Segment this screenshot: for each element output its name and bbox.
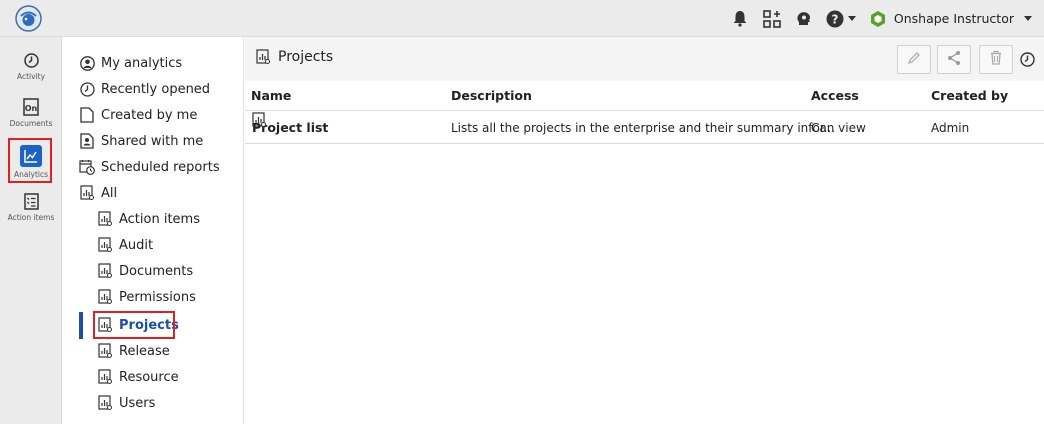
delete-button[interactable]: [979, 45, 1013, 74]
help-icon[interactable]: ?: [826, 9, 856, 29]
onshape-logo-icon[interactable]: [15, 5, 42, 32]
nav-item-shared-with-me[interactable]: Shared with me: [79, 130, 203, 152]
rail-item-label: Activity: [16, 72, 46, 81]
apps-grid-icon[interactable]: [762, 9, 782, 29]
analytics-highlight-box: [8, 138, 52, 183]
documents-icon: On: [22, 98, 40, 116]
shared-user-icon: [79, 133, 95, 149]
table-row[interactable]: Project list Lists all the projects in t…: [245, 112, 1044, 144]
nav-item-users[interactable]: Users: [97, 392, 155, 414]
learning-head-icon[interactable]: [794, 9, 814, 29]
left-rail: Activity On Documents Analytics Action i…: [0, 37, 62, 424]
share-icon: [946, 50, 962, 70]
share-button[interactable]: [937, 45, 971, 74]
column-header-created-by[interactable]: Created by: [931, 81, 1008, 111]
nav-item-scheduled-reports[interactable]: Scheduled reports: [79, 156, 220, 178]
report-icon: [97, 237, 113, 253]
nav-item-label: My analytics: [101, 55, 183, 71]
clock-icon: [79, 81, 95, 97]
nav-item-label: All: [101, 185, 118, 201]
report-icon: [256, 49, 272, 65]
main-content: Projects Name Description Access Created…: [245, 37, 1044, 424]
nav-item-label: Audit: [119, 237, 154, 253]
report-icon: [97, 395, 113, 411]
projects-highlight-box: [93, 311, 175, 339]
nav-item-action-items[interactable]: Action items: [97, 208, 200, 230]
report-icon: [97, 289, 113, 305]
active-indicator-bar: [79, 312, 83, 339]
nav-item-label: Created by me: [101, 107, 198, 123]
report-icon: [97, 263, 113, 279]
nav-item-label: Permissions: [119, 289, 196, 305]
table-header: Name Description Access Created by: [245, 81, 1044, 111]
report-icon: [97, 369, 113, 385]
nav-item-label: Documents: [119, 263, 194, 279]
nav-item-release[interactable]: Release: [97, 340, 170, 362]
nav-item-documents[interactable]: Documents: [97, 260, 193, 282]
main-header: Projects: [245, 37, 1044, 81]
row-created-by: Admin: [931, 121, 970, 135]
column-header-access[interactable]: Access: [811, 81, 859, 111]
column-header-name[interactable]: Name: [251, 81, 291, 111]
rail-item-activity[interactable]: Activity: [0, 51, 62, 81]
user-menu-chevron-icon[interactable]: [1024, 16, 1032, 21]
user-circle-icon: [79, 55, 95, 71]
analytics-nav-panel: My analytics Recently opened Created by …: [62, 37, 244, 424]
row-access: Can view: [811, 121, 866, 135]
report-icon: [97, 211, 113, 227]
calendar-clock-icon: [79, 159, 95, 175]
page-icon: [79, 107, 95, 123]
svg-text:On: On: [25, 104, 38, 113]
nav-item-label: Release: [119, 343, 170, 359]
checklist-icon: [22, 192, 40, 210]
nav-item-resource[interactable]: Resource: [97, 366, 179, 388]
clock-icon: [22, 51, 40, 69]
nav-item-permissions[interactable]: Permissions: [97, 286, 196, 308]
report-icon: [97, 343, 113, 359]
history-clock-icon[interactable]: [1018, 50, 1036, 68]
column-header-description[interactable]: Description: [451, 81, 532, 111]
row-description: Lists all the projects in the enterprise…: [451, 121, 836, 135]
nav-item-label: Scheduled reports: [101, 159, 220, 175]
rail-item-action-items[interactable]: Action items: [0, 192, 62, 222]
nav-item-label: Resource: [119, 369, 179, 385]
pencil-icon: [907, 50, 921, 69]
nav-item-label: Recently opened: [101, 81, 211, 97]
svg-text:?: ?: [831, 12, 838, 26]
nav-item-all[interactable]: All: [79, 182, 117, 204]
nav-item-recently-opened[interactable]: Recently opened: [79, 78, 210, 100]
nav-item-label: Action items: [119, 211, 200, 227]
bell-icon[interactable]: [730, 9, 750, 29]
chevron-down-icon: [847, 16, 856, 21]
report-icon: [252, 112, 268, 128]
nav-item-created-by-me[interactable]: Created by me: [79, 104, 197, 126]
row-name-cell[interactable]: Project list: [252, 112, 328, 144]
page-title-text: Projects: [278, 49, 334, 65]
rail-item-label: Documents: [9, 119, 53, 128]
report-icon: [79, 185, 95, 201]
nav-item-label: Users: [119, 395, 156, 411]
page-title: Projects: [256, 49, 333, 65]
rail-item-label: Action items: [7, 213, 55, 222]
edit-button[interactable]: [897, 45, 931, 74]
user-avatar-icon[interactable]: [868, 9, 888, 29]
top-bar: ? Onshape Instructor: [0, 0, 1044, 37]
user-name[interactable]: Onshape Instructor: [894, 11, 1014, 26]
trash-icon: [989, 50, 1003, 69]
nav-item-audit[interactable]: Audit: [97, 234, 153, 256]
nav-item-label: Shared with me: [101, 133, 204, 149]
nav-item-my-analytics[interactable]: My analytics: [79, 52, 182, 74]
rail-item-documents[interactable]: On Documents: [0, 98, 62, 128]
